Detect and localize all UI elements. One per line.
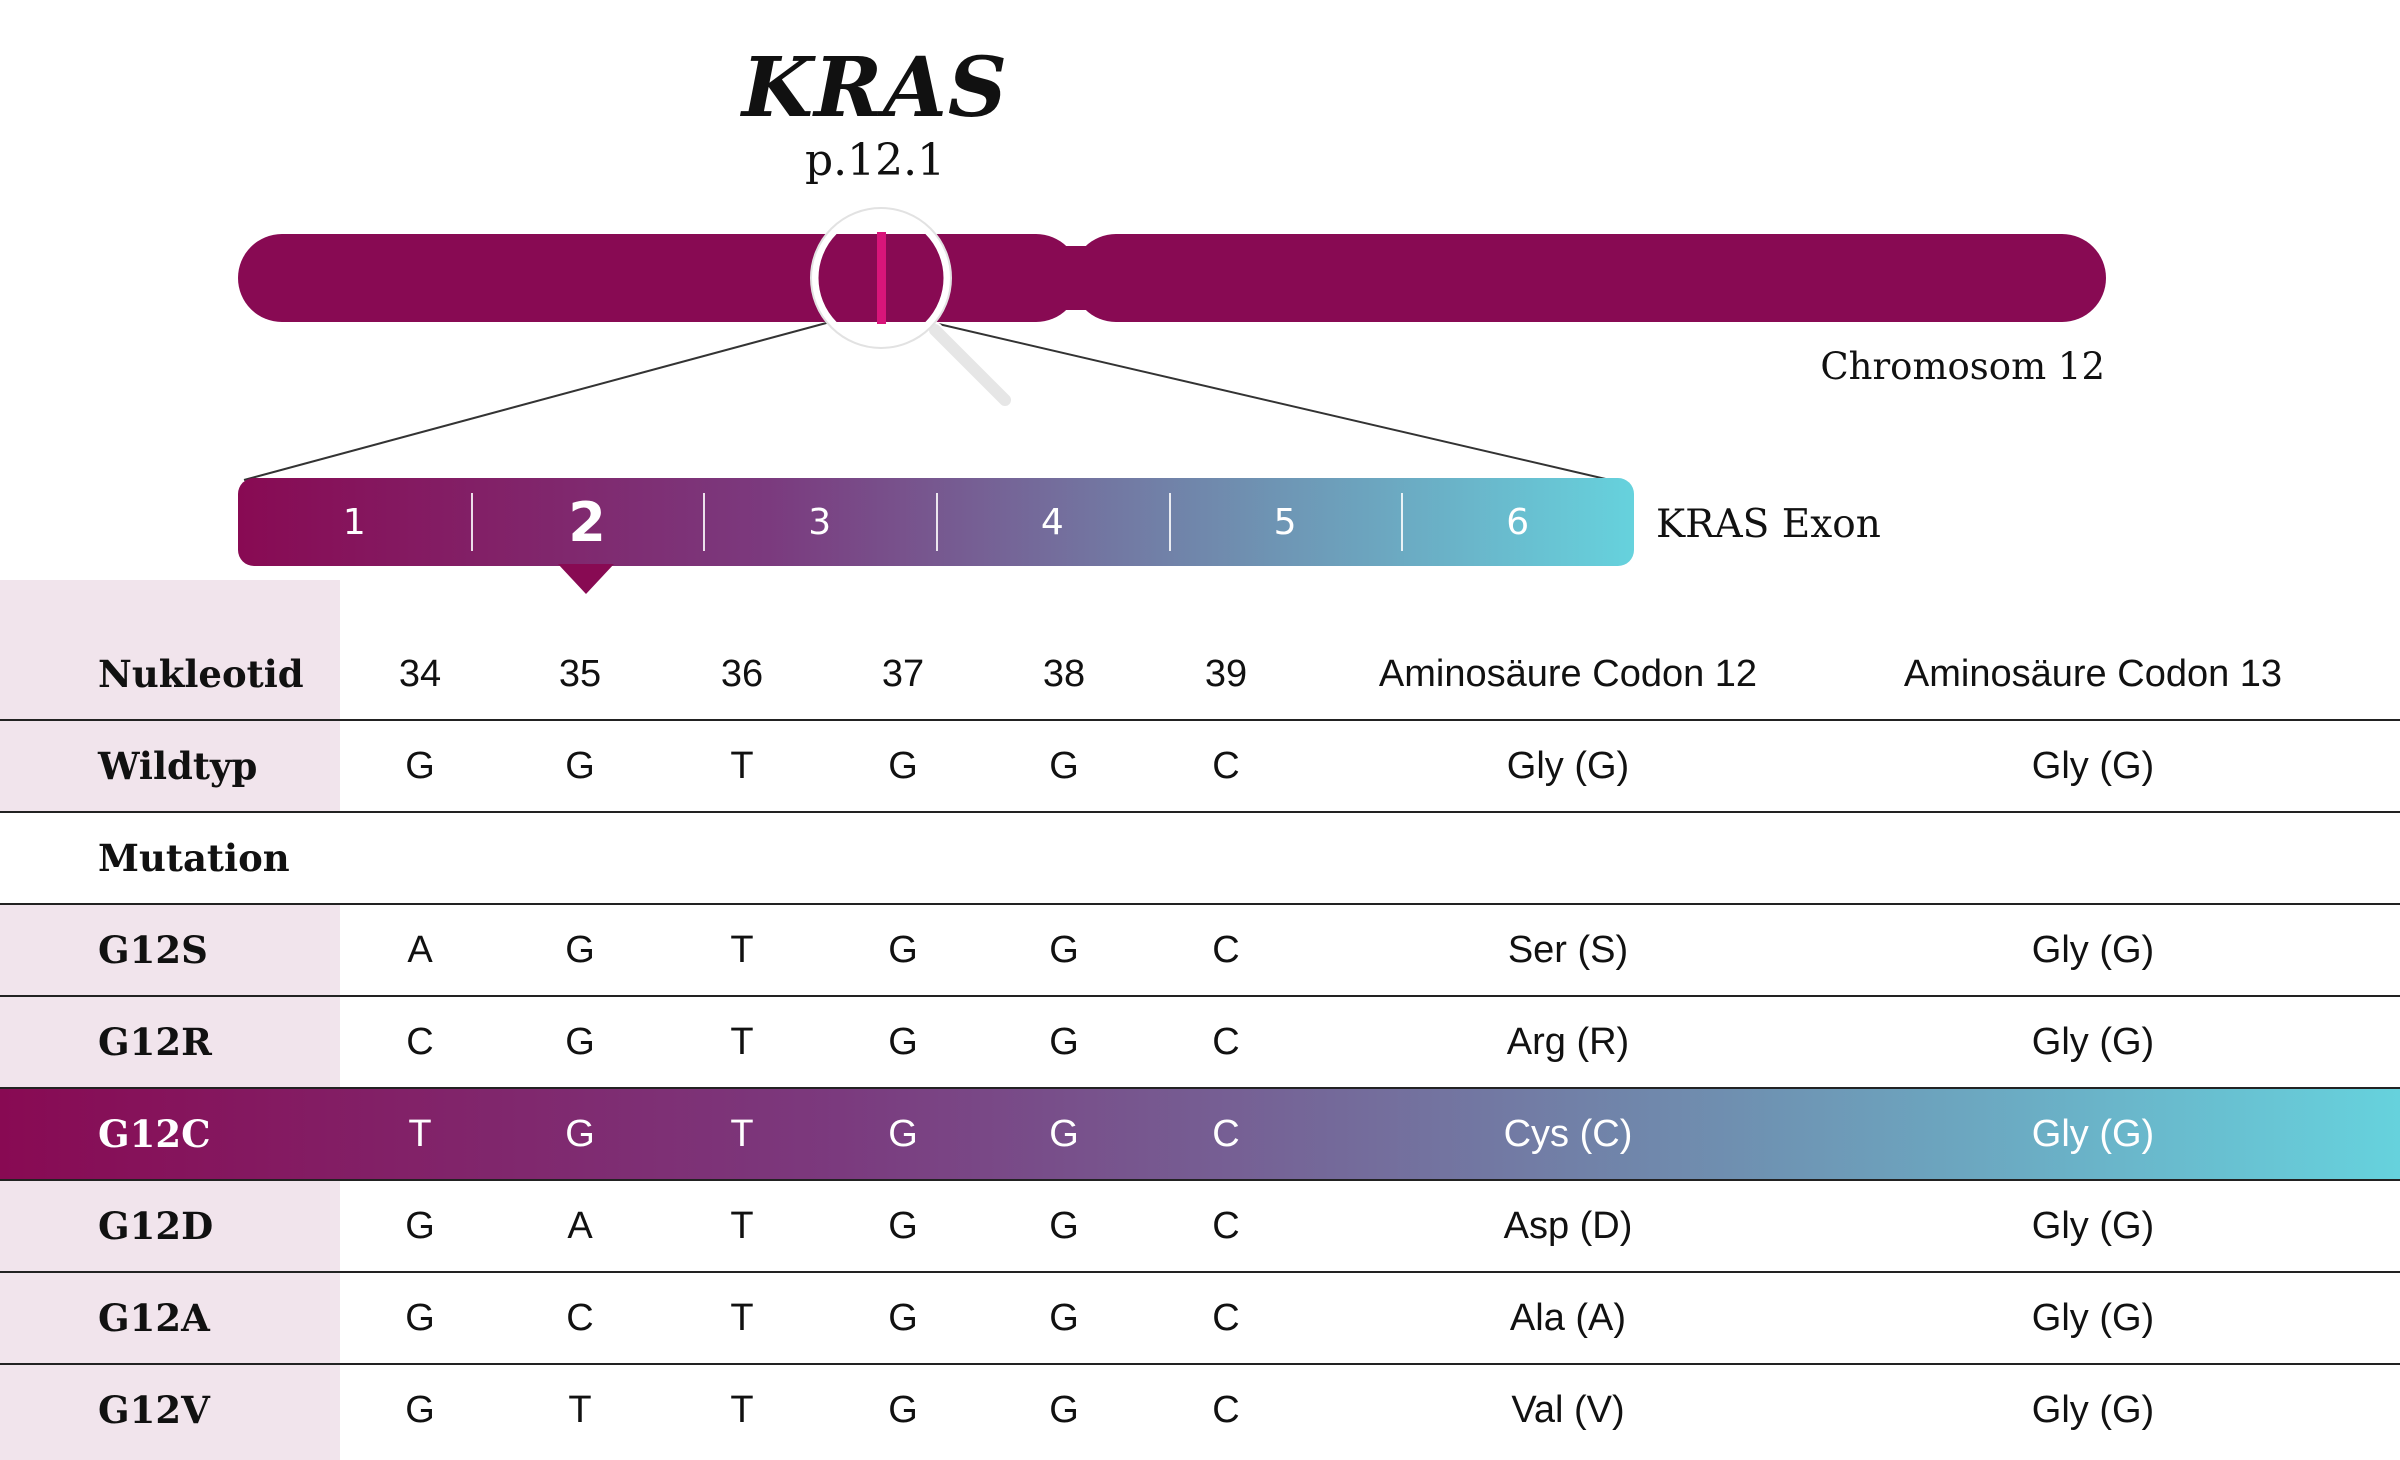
amino-acid-cell: Val (V) bbox=[1511, 1389, 1625, 1431]
exon-pointer bbox=[558, 564, 614, 594]
exon-4: 4 bbox=[936, 478, 1169, 566]
mutation-heading: Mutation bbox=[98, 836, 290, 880]
exon-label: KRAS Exon bbox=[1656, 502, 1881, 547]
chromosome-label: Chromosom 12 bbox=[1820, 345, 2105, 388]
row-label: Wildtyp bbox=[98, 744, 258, 788]
exon-2: 2 bbox=[470, 478, 704, 566]
exon-1: 1 bbox=[342, 501, 366, 543]
amino-acid-cell: Aminosäure Codon 13 bbox=[1903, 653, 2283, 695]
amino-acid-cell: Asp (D) bbox=[1503, 1205, 1633, 1247]
nucleotide-cell: C bbox=[1212, 1113, 1240, 1155]
nucleotide-cell: C bbox=[1212, 1205, 1240, 1247]
amino-acid-cell: Gly (G) bbox=[2031, 1389, 2155, 1431]
nucleotide-cell: 39 bbox=[1204, 653, 1248, 695]
mutation-heading-row: Mutation bbox=[0, 812, 2400, 904]
nucleotide-cell: C bbox=[1212, 1021, 1240, 1063]
table-rule bbox=[0, 719, 2400, 721]
mutation-row: G12V G T T G G C Val (V) Gly (G) bbox=[0, 1364, 2400, 1456]
table-rule bbox=[0, 811, 2400, 813]
table-rule bbox=[0, 903, 2400, 905]
chromosome-q-arm bbox=[1072, 234, 2106, 322]
table-rule bbox=[0, 1179, 2400, 1181]
row-label: G12D bbox=[98, 1204, 214, 1248]
table-header-row: Nukleotid 34 35 36 37 38 39 Aminosäure Codon 12… bbox=[0, 628, 2400, 720]
wildtype-row: Wildtyp G G T G G C Gly (G) Gly (G) bbox=[0, 720, 2400, 812]
amino-acid-cell: Gly (G) bbox=[1506, 745, 1630, 787]
table-rule bbox=[0, 995, 2400, 997]
kras-band-marker bbox=[877, 232, 886, 324]
zoom-line-right bbox=[929, 321, 1611, 481]
exon-3: 3 bbox=[703, 478, 936, 566]
amino-acid-cell: Gly (G) bbox=[2031, 1205, 2155, 1247]
amino-acid-cell: Gly (G) bbox=[2031, 929, 2155, 971]
amino-acid-cell: Ala (A) bbox=[1509, 1297, 1627, 1339]
amino-acid-cell: Gly (G) bbox=[2031, 1021, 2155, 1063]
amino-acid-cell: Ser (S) bbox=[1507, 929, 1629, 971]
table-rule bbox=[0, 1363, 2400, 1365]
kras-infographic: KRAS p.12.1 Chromosom 12 1 2 3 4 5 6 KRA… bbox=[0, 0, 2400, 1460]
nucleotide-cell: C bbox=[1212, 1297, 1240, 1339]
row-label: Nukleotid bbox=[98, 652, 304, 696]
exon-bar: 1 2 3 4 5 6 bbox=[238, 478, 1634, 566]
table-rule bbox=[0, 1271, 2400, 1273]
amino-acid-cell: Gly (G) bbox=[2031, 1113, 2155, 1155]
row-label: G12V bbox=[98, 1388, 210, 1432]
nucleotide-cell: C bbox=[1212, 1389, 1240, 1431]
amino-acid-cell: Arg (R) bbox=[1506, 1021, 1630, 1063]
amino-acid-cell: Cys (C) bbox=[1503, 1113, 1633, 1155]
mutation-row: G12D G A T G G C Asp (D) Gly (G) bbox=[0, 1180, 2400, 1272]
chromosome-p-arm bbox=[238, 234, 1080, 322]
mutation-row: G12C T G T G G C Cys (C) Gly (G) bbox=[0, 1088, 2400, 1180]
row-label: G12C bbox=[98, 1112, 211, 1156]
row-label: G12R bbox=[98, 1020, 212, 1064]
nucleotide-cell: C bbox=[1212, 929, 1240, 971]
mutation-row: G12A G C T G G C Ala (A) Gly (G) bbox=[0, 1272, 2400, 1364]
zoom-line-left bbox=[243, 321, 831, 481]
row-label: G12S bbox=[98, 928, 208, 972]
mutation-row: G12R C G T G G C Arg (R) Gly (G) bbox=[0, 996, 2400, 1088]
amino-acid-cell: Gly (G) bbox=[2031, 1297, 2155, 1339]
amino-acid-cell: Aminosäure Codon 12 bbox=[1378, 653, 1758, 695]
table-rule bbox=[0, 1087, 2400, 1089]
amino-acid-cell: Gly (G) bbox=[2031, 745, 2155, 787]
exon-6: 6 bbox=[1401, 478, 1634, 566]
mutation-row: G12S A G T G G C Ser (S) Gly (G) bbox=[0, 904, 2400, 996]
nucleotide-cell: C bbox=[1212, 745, 1240, 787]
row-label: G12A bbox=[98, 1296, 210, 1340]
centromere bbox=[1060, 246, 1090, 310]
exon-5: 5 bbox=[1168, 478, 1402, 566]
magnifier-handle-outline bbox=[929, 324, 1011, 406]
